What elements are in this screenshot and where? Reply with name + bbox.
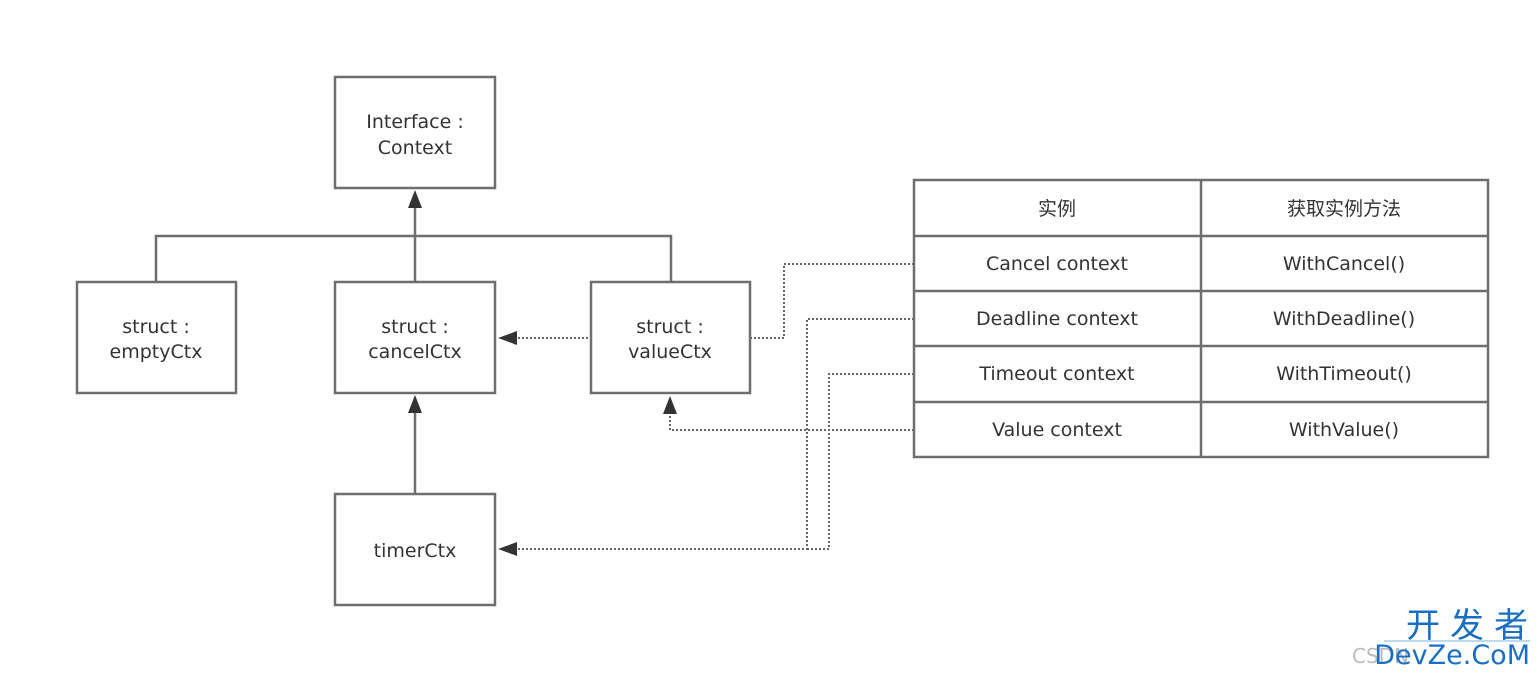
node-label: Context xyxy=(378,137,452,159)
arrow-to-cancelctx xyxy=(498,331,517,345)
emptyctx-node: struct : emptyCtx xyxy=(75,280,238,395)
value-row-link xyxy=(669,412,914,431)
context-table: 实例 获取实例方法 Cancel context WithCancel() De… xyxy=(912,178,1490,459)
table-header: 获取实例方法 xyxy=(1287,198,1401,220)
arrow-to-interface xyxy=(408,190,422,208)
table-cell: Timeout context xyxy=(978,363,1134,385)
table-cell: WithValue() xyxy=(1289,419,1399,441)
arrow-to-valuectx xyxy=(663,396,677,414)
table-header: 实例 xyxy=(1038,198,1076,220)
node-label: struct : xyxy=(122,316,190,338)
table-cell: Deadline context xyxy=(976,308,1138,330)
arrow-to-timerctx xyxy=(498,542,517,556)
arrow-to-cancel xyxy=(408,395,422,413)
valuectx-node: struct : valueCtx xyxy=(589,280,752,395)
node-label: cancelCtx xyxy=(368,341,462,363)
timeout-row-link xyxy=(807,373,914,550)
table-cell: WithCancel() xyxy=(1283,253,1405,275)
table-cell: WithTimeout() xyxy=(1276,363,1412,385)
context-diagram: Interface : Context struct : emptyCtx st… xyxy=(75,75,1530,671)
node-label: valueCtx xyxy=(628,341,712,363)
cancelctx-node: struct : cancelCtx xyxy=(333,280,497,395)
interface-context-node: Interface : Context xyxy=(333,75,497,190)
node-label: timerCtx xyxy=(374,540,457,562)
watermark-line2: DevZe.CoM xyxy=(1374,640,1530,671)
node-label: struct : xyxy=(636,316,704,338)
table-cell: Cancel context xyxy=(986,253,1128,275)
inheritance-bar xyxy=(154,234,673,282)
node-label: emptyCtx xyxy=(110,341,203,363)
table-cell: WithDeadline() xyxy=(1273,308,1415,330)
watermark-logo: CSDN 开发者 DevZe.CoM xyxy=(1352,606,1530,671)
node-label: struct : xyxy=(381,316,449,338)
table-cell: Value context xyxy=(992,419,1122,441)
node-label: Interface : xyxy=(366,111,464,133)
timerctx-node: timerCtx xyxy=(333,492,497,607)
